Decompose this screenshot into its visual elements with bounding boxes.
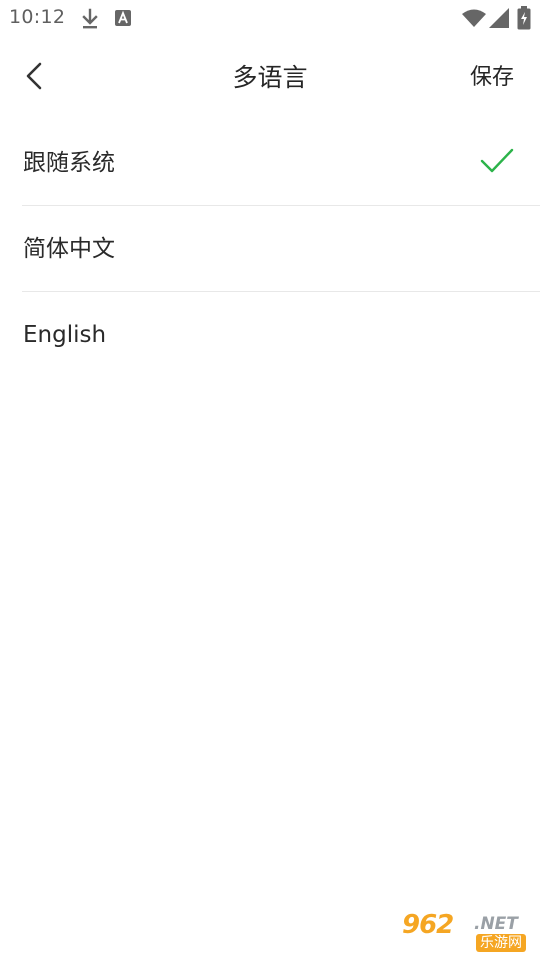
title-bar: 多语言 保存	[0, 38, 540, 118]
language-option-label: English	[23, 322, 107, 348]
language-option-label: 简体中文	[23, 236, 115, 262]
language-option-follow-system[interactable]: 跟随系统	[0, 120, 540, 206]
status-bar: 10:12	[0, 0, 540, 38]
language-list: 跟随系统 简体中文 English	[0, 120, 540, 378]
font-a-icon	[114, 9, 132, 31]
check-icon	[480, 146, 514, 180]
watermark-domain: .NET	[474, 914, 518, 934]
language-option-label: 跟随系统	[23, 150, 115, 176]
language-option-simplified-chinese[interactable]: 简体中文	[0, 206, 540, 292]
page-title: 多语言	[232, 63, 308, 92]
signal-icon	[488, 7, 510, 33]
watermark-brand: 962	[402, 910, 454, 940]
wifi-icon	[461, 8, 487, 32]
battery-charging-icon	[517, 6, 531, 34]
language-option-english[interactable]: English	[0, 292, 540, 378]
watermark-logo: 962 .NET 乐游网	[402, 910, 534, 954]
status-time: 10:12	[9, 6, 66, 28]
screen: 10:12 多语言 保存 跟随系统 简体中文 English 962 .NET …	[0, 0, 540, 960]
download-icon	[80, 7, 100, 35]
watermark-cn-text: 乐游网	[476, 934, 526, 952]
save-button[interactable]: 保存	[470, 58, 514, 98]
